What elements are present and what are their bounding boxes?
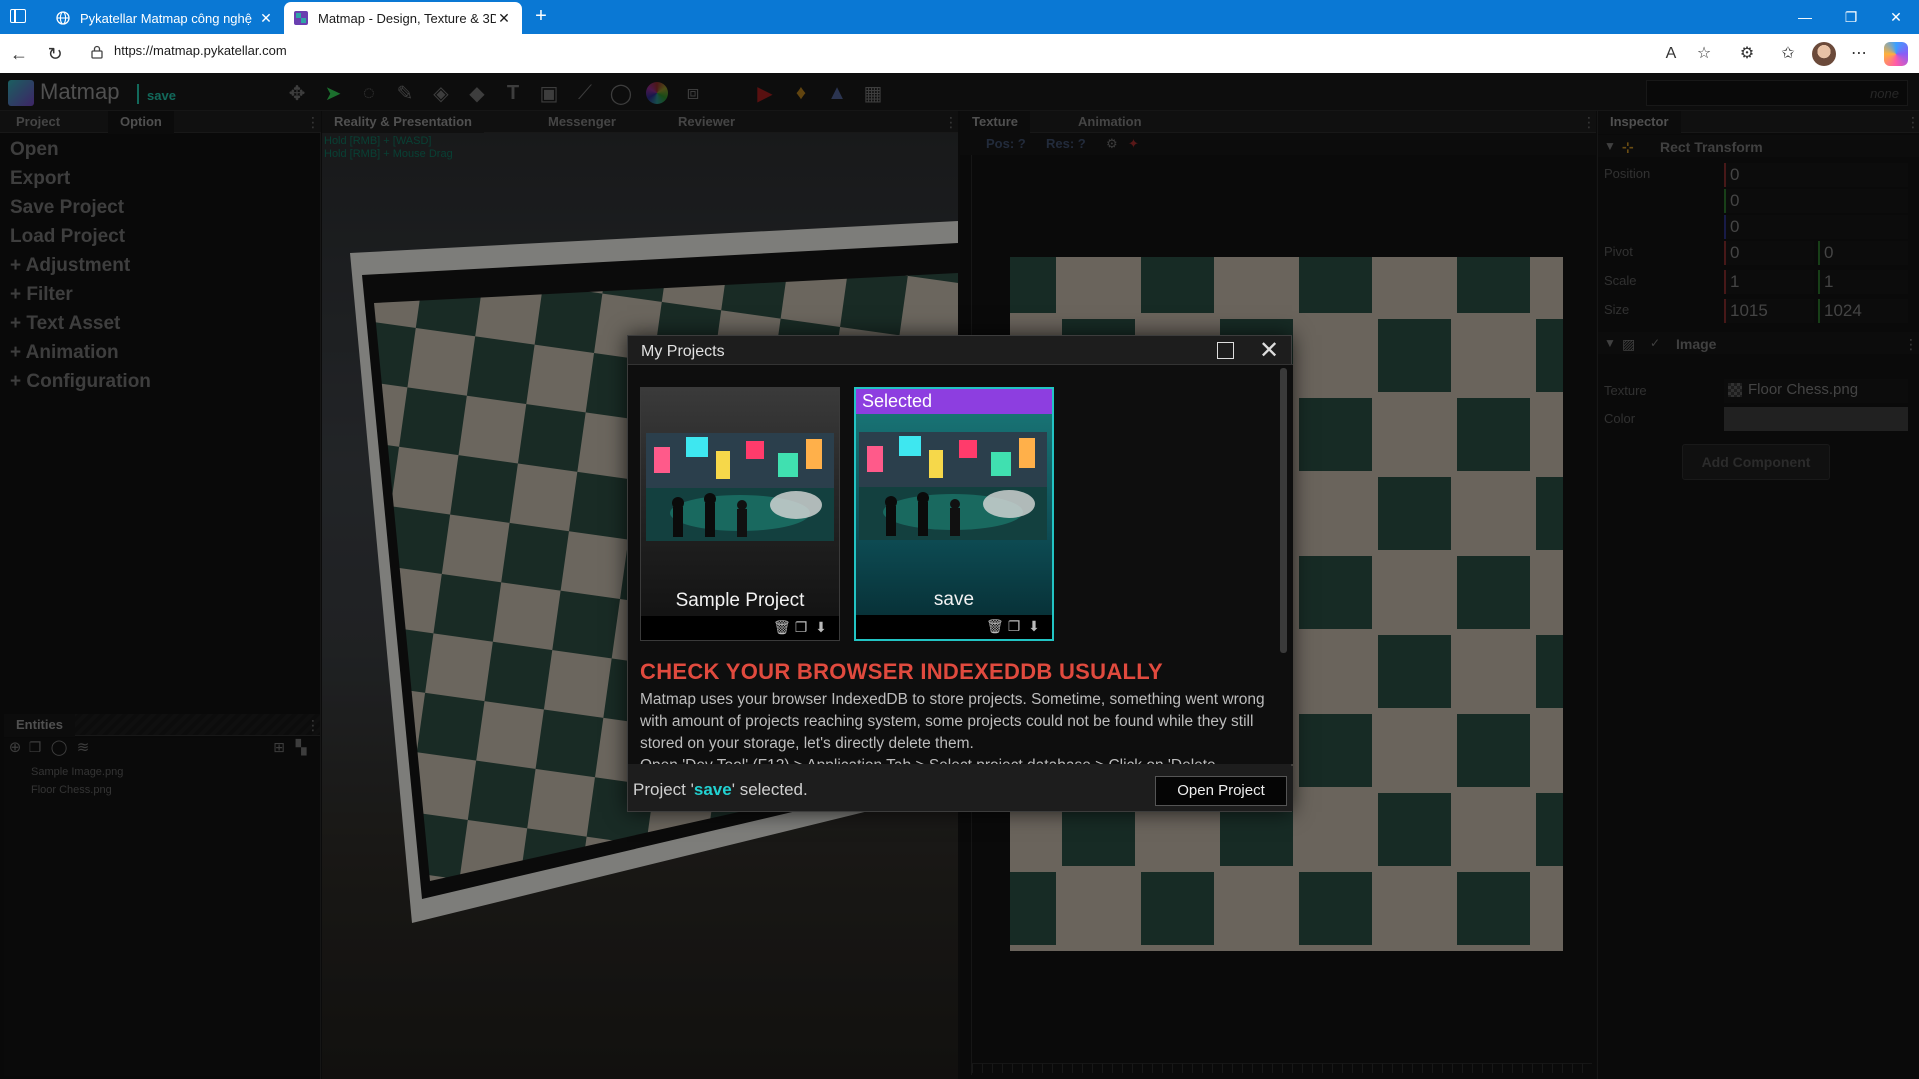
warning-title: CHECK YOUR BROWSER INDEXEDDB USUALLY bbox=[640, 659, 1163, 684]
project-card-sample[interactable]: Sample Project 🗑 ❐ ⬇ bbox=[640, 387, 840, 641]
close-tab-icon[interactable]: ✕ bbox=[258, 10, 274, 27]
tab-title: Matmap - Design, Texture & 3D | bbox=[318, 10, 496, 26]
indexeddb-warning: CHECK YOUR BROWSER INDEXEDDB USUALLY Mat… bbox=[640, 659, 1280, 764]
dialog-title: My Projects bbox=[641, 343, 725, 360]
favorites-icon[interactable]: ✩ bbox=[1777, 43, 1799, 65]
read-aloud-icon[interactable]: A bbox=[1660, 43, 1682, 65]
project-thumbnail bbox=[859, 432, 1047, 540]
warning-text: Matmap uses your browser IndexedDB to st… bbox=[640, 691, 1265, 752]
delete-icon[interactable]: 🗑 bbox=[986, 618, 1004, 636]
project-card-save[interactable]: Selected save 🗑 ❐ ⬇ bbox=[854, 387, 1054, 641]
matmap-favicon-icon bbox=[294, 11, 308, 25]
sidebar-toggle-icon[interactable] bbox=[10, 9, 26, 23]
duplicate-icon[interactable]: ❐ bbox=[1006, 618, 1022, 636]
warning-instructions: Open 'Dev Tool' (F12) > Application Tab … bbox=[640, 755, 1280, 764]
address-bar: ← ↻ https://matmap.pykatellar.com A ☆ ⚙ … bbox=[0, 34, 1919, 73]
browser-tab-pykatellar[interactable]: Pykatellar Matmap công nghệ ✕ bbox=[46, 2, 284, 34]
maximize-icon[interactable] bbox=[1217, 342, 1234, 359]
status-prefix: Project ' bbox=[633, 780, 694, 799]
close-tab-icon[interactable]: ✕ bbox=[496, 10, 512, 27]
open-project-button[interactable]: Open Project bbox=[1155, 776, 1287, 806]
download-icon[interactable]: ⬇ bbox=[813, 619, 829, 637]
status-suffix: ' selected. bbox=[731, 780, 808, 799]
favorite-star-icon[interactable]: ☆ bbox=[1693, 43, 1715, 65]
project-name: save bbox=[933, 589, 975, 610]
browser-tab-bar: Pykatellar Matmap công nghệ ✕ Matmap - D… bbox=[0, 0, 1919, 34]
selection-status: Project 'save' selected. bbox=[633, 780, 808, 800]
delete-icon[interactable]: 🗑 bbox=[773, 619, 791, 637]
url-field[interactable]: https://matmap.pykatellar.com bbox=[114, 43, 287, 58]
my-projects-dialog: My Projects ✕ Sample Project 🗑 ❐ ⬇ Selec… bbox=[627, 335, 1293, 812]
refresh-icon[interactable]: ↻ bbox=[44, 43, 66, 65]
project-actions: 🗑 ❐ ⬇ bbox=[641, 616, 839, 640]
screen: Pykatellar Matmap công nghệ ✕ Matmap - D… bbox=[0, 0, 1919, 1079]
restore-icon[interactable]: ❐ bbox=[1828, 0, 1874, 34]
project-actions: 🗑 ❐ ⬇ bbox=[856, 615, 1052, 639]
scrollbar[interactable] bbox=[1280, 368, 1287, 653]
status-project-name: save bbox=[693, 780, 732, 799]
dialog-footer: Project 'save' selected. Open Project bbox=[628, 766, 1293, 811]
browser-tab-matmap[interactable]: Matmap - Design, Texture & 3D | ✕ bbox=[284, 2, 522, 34]
site-info-icon[interactable] bbox=[90, 45, 104, 59]
profile-avatar[interactable] bbox=[1812, 42, 1836, 66]
back-icon[interactable]: ← bbox=[8, 43, 30, 65]
selected-badge: Selected bbox=[856, 389, 1052, 414]
minimize-icon[interactable]: — bbox=[1782, 0, 1828, 34]
close-icon[interactable]: ✕ bbox=[1259, 336, 1279, 365]
project-name: Sample Project bbox=[675, 590, 805, 611]
globe-icon bbox=[56, 11, 70, 25]
project-thumbnail bbox=[646, 433, 834, 541]
close-window-icon[interactable]: ✕ bbox=[1873, 0, 1919, 34]
download-icon[interactable]: ⬇ bbox=[1026, 618, 1042, 636]
more-options-icon[interactable]: ⋯ bbox=[1848, 43, 1870, 65]
duplicate-icon[interactable]: ❐ bbox=[793, 619, 809, 637]
extensions-icon[interactable]: ⚙ bbox=[1736, 43, 1758, 65]
new-tab-icon[interactable]: + bbox=[530, 5, 552, 28]
tab-title: Pykatellar Matmap công nghệ bbox=[80, 10, 252, 26]
copilot-icon[interactable] bbox=[1884, 42, 1908, 66]
